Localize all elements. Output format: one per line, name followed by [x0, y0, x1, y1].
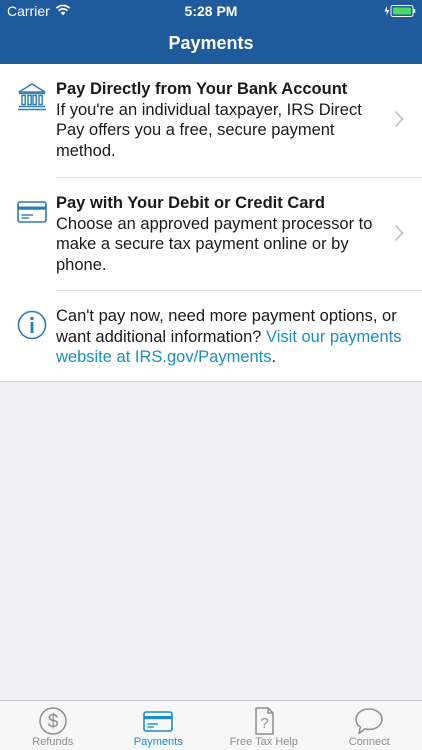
info-icon [17, 310, 47, 340]
tab-refunds[interactable]: $ Refunds [0, 701, 106, 750]
pay-card-row[interactable]: Pay with Your Debit or Credit Card Choos… [17, 177, 422, 290]
credit-card-icon [17, 201, 47, 223]
more-info-row: Can't pay now, need more payment options… [17, 290, 422, 381]
bank-icon [18, 83, 46, 111]
info-text: Can't pay now, need more payment options… [56, 306, 418, 368]
row-title: Pay with Your Debit or Credit Card [56, 194, 325, 212]
svg-text:?: ? [260, 715, 268, 732]
tab-payments[interactable]: Payments [106, 701, 212, 750]
row-text: Pay with Your Debit or Credit Card Choos… [56, 193, 386, 275]
row-text: Pay Directly from Your Bank Account If y… [56, 79, 386, 161]
tab-label: Payments [133, 736, 183, 748]
page-title: Payments [168, 33, 254, 53]
row-description: If you're an individual taxpayer, IRS Di… [56, 100, 362, 160]
question-icon: ? [255, 707, 274, 735]
status-bar: Carrier 5:28 PM [0, 0, 422, 22]
chevron-right-icon [394, 224, 404, 242]
tab-connect[interactable]: Connect [317, 701, 422, 750]
tab-label: Refunds [32, 736, 74, 748]
payments-list: Pay Directly from Your Bank Account If y… [0, 64, 422, 382]
row-title: Pay Directly from Your Bank Account [56, 80, 348, 98]
tab-label: Free Tax Help [229, 736, 298, 748]
chat-bubble-icon [355, 708, 383, 735]
status-time: 5:28 PM [184, 3, 238, 19]
tab-bar: $ Refunds Payments ? Free Tax Help Conne… [0, 700, 422, 750]
tab-label: Connect [348, 736, 390, 748]
svg-text:$: $ [47, 712, 58, 733]
chevron-right-icon [394, 110, 404, 128]
battery-icon [384, 5, 416, 17]
dollar-icon: $ [39, 707, 67, 735]
card-icon [143, 711, 174, 732]
navigation-bar: Carrier 5:28 PM Payments [0, 0, 422, 64]
pay-bank-account-row[interactable]: Pay Directly from Your Bank Account If y… [0, 64, 422, 177]
row-description: Choose an approved payment processor to … [56, 214, 373, 274]
tab-free-tax-help[interactable]: ? Free Tax Help [211, 701, 317, 750]
info-suffix: . [271, 348, 277, 366]
